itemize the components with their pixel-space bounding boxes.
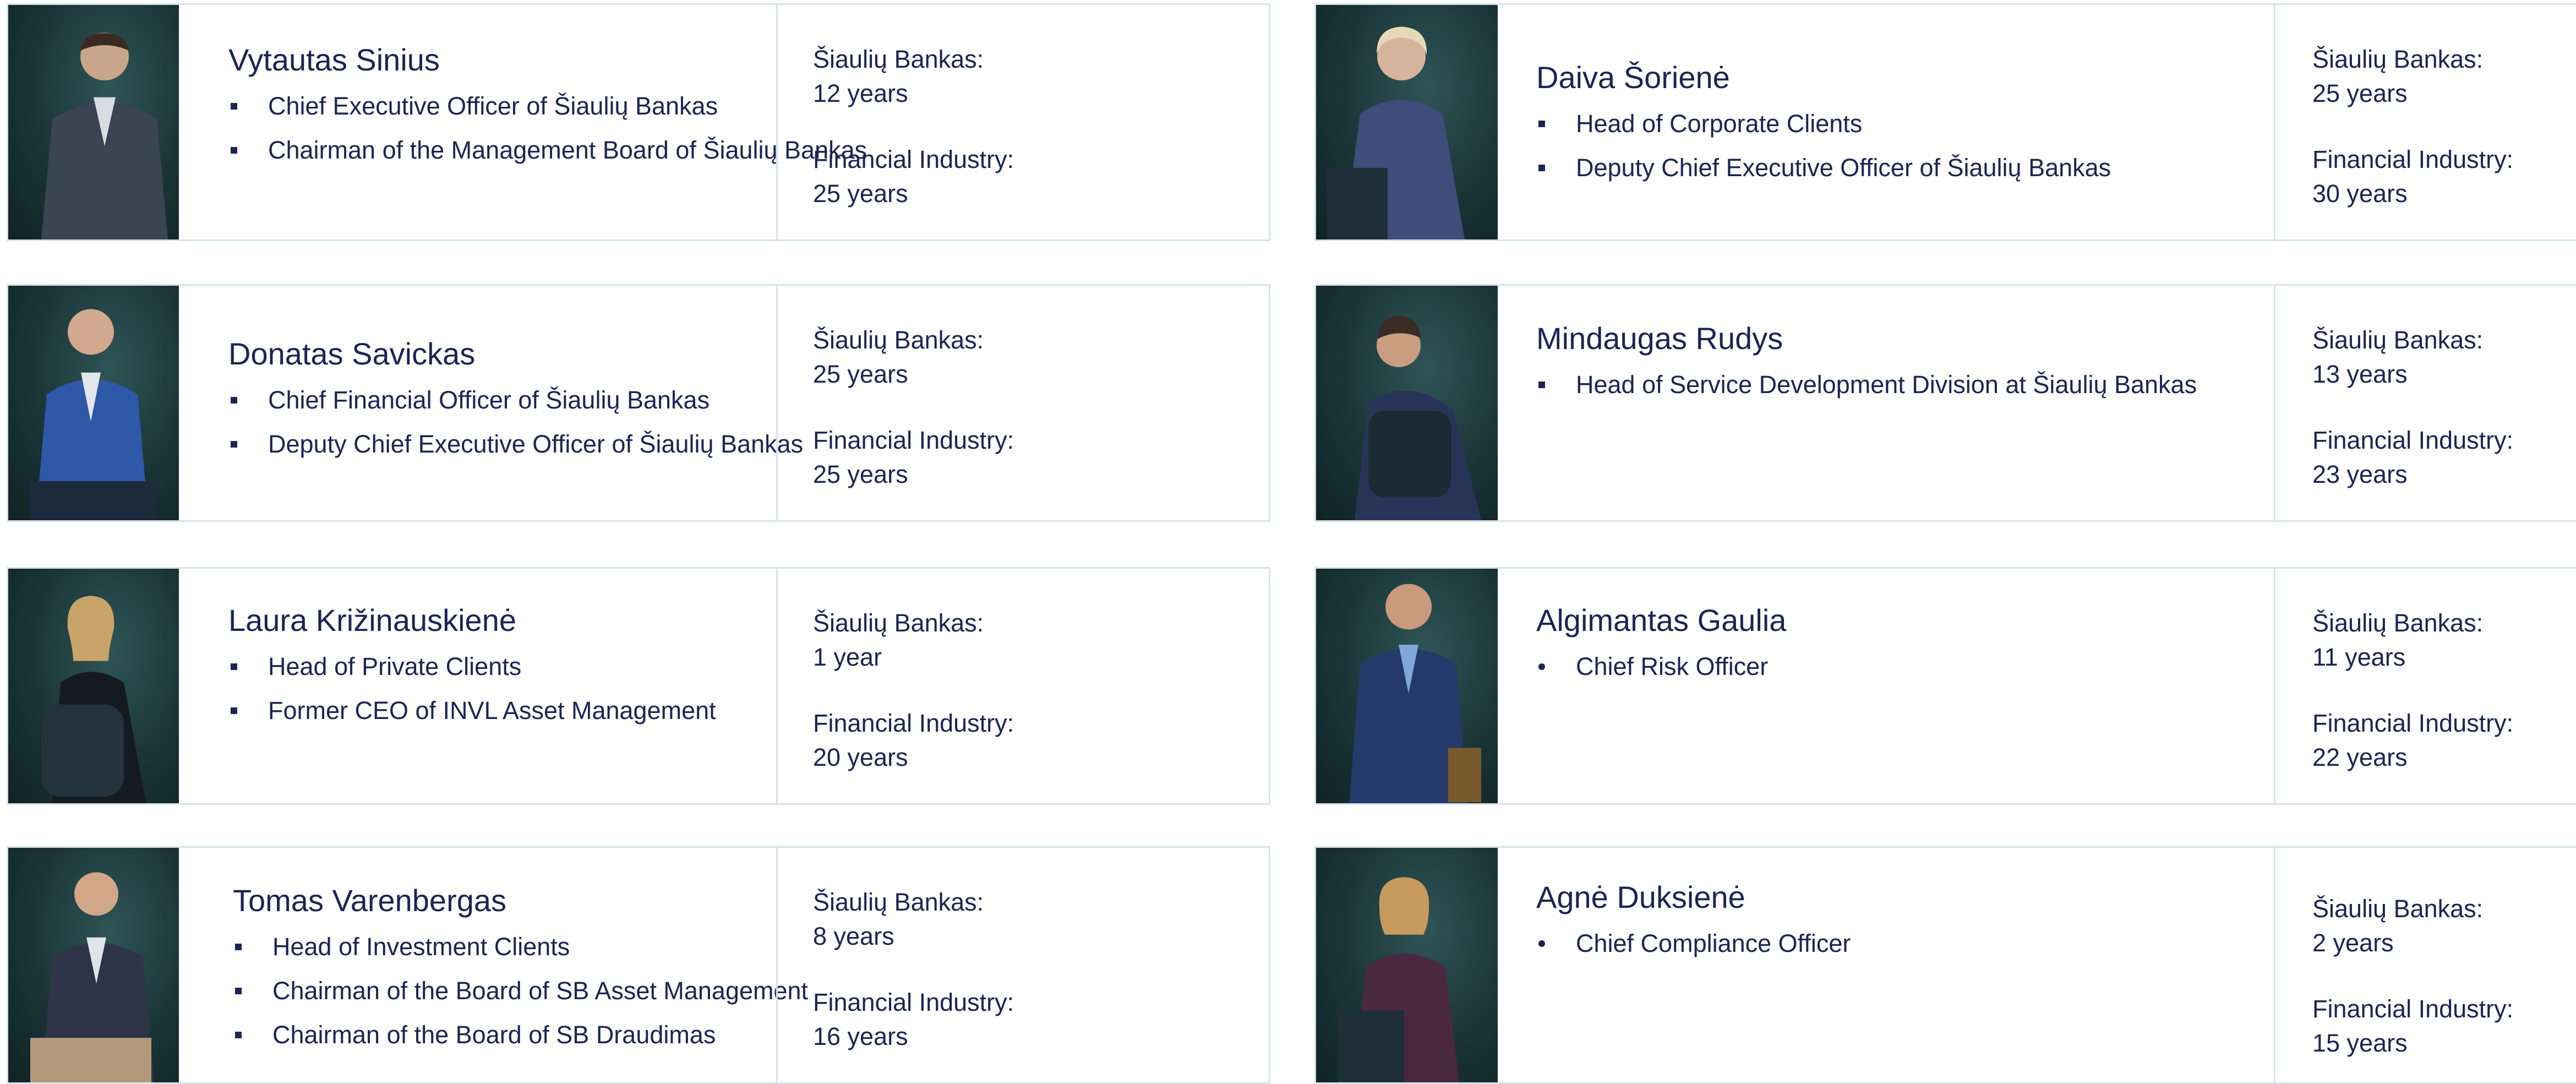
industry-label: Financial Industry:: [813, 145, 1014, 173]
role-item: Head of Private Clients: [228, 645, 716, 689]
bank-years: 25 years: [2312, 79, 2408, 107]
bank-years: 12 years: [813, 79, 908, 107]
tenure-stats: Šiaulių Bankas: 25 years Financial Indus…: [2312, 42, 2513, 211]
bank-label: Šiaulių Bankas:: [813, 888, 984, 916]
role-list: Head of Private Clients Former CEO of IN…: [228, 645, 716, 733]
person-name: Agnė Duksienė: [1536, 880, 1745, 914]
profile-card-algimantas-gaulia: Algimantas Gaulia Chief Risk Officer Šia…: [1314, 567, 2576, 805]
industry-label: Financial Industry:: [2312, 709, 2514, 737]
profile-card-agne-duksiene: Agnė Duksienė Chief Compliance Officer Š…: [1314, 846, 2576, 1084]
portrait-photo: [8, 286, 179, 520]
profile-card-tomas-varenbergas: Tomas Varenbergas Head of Investment Cli…: [7, 846, 1270, 1084]
industry-years: 15 years: [2312, 1029, 2408, 1057]
tenure-stats: Šiaulių Bankas: 1 year Financial Industr…: [813, 606, 1014, 775]
bank-label: Šiaulių Bankas:: [813, 326, 984, 354]
tenure-stats: Šiaulių Bankas: 25 years Financial Indus…: [813, 323, 1014, 492]
bank-label: Šiaulių Bankas:: [2312, 609, 2484, 637]
role-item: Chairman of the Board of SB Asset Manage…: [233, 969, 808, 1013]
role-item: Head of Corporate Clients: [1536, 102, 2111, 146]
role-list: Head of Service Development Division at …: [1536, 363, 2197, 407]
role-item: Former CEO of INVL Asset Management: [228, 689, 716, 733]
column-divider: [2274, 286, 2275, 520]
bank-label: Šiaulių Bankas:: [2312, 45, 2484, 73]
role-item: Chief Financial Officer of Šiaulių Banka…: [228, 378, 803, 422]
bank-label: Šiaulių Bankas:: [2312, 326, 2484, 354]
role-list: Chief Risk Officer: [1536, 645, 1768, 689]
profile-card-vytautas-sinius: Vytautas Sinius Chief Executive Officer …: [7, 3, 1270, 241]
profile-card-laura-krizinauskiene: Laura Križinauskienė Head of Private Cli…: [7, 567, 1270, 805]
tenure-stats: Šiaulių Bankas: 2 years Financial Indust…: [2312, 892, 2513, 1060]
role-item: Chief Risk Officer: [1536, 645, 1768, 689]
tenure-stats: Šiaulių Bankas: 11 years Financial Indus…: [2312, 606, 2513, 775]
column-divider: [776, 848, 778, 1082]
industry-label: Financial Industry:: [813, 709, 1014, 737]
role-item: Chairman of the Board of SB Draudimas: [233, 1013, 808, 1057]
role-item: Head of Service Development Division at …: [1536, 363, 2197, 407]
portrait-photo: [1316, 5, 1498, 239]
portrait-photo: [1316, 286, 1498, 520]
profile-card-donatas-savickas: Donatas Savickas Chief Financial Officer…: [7, 284, 1270, 522]
role-item: Chief Executive Officer of Šiaulių Banka…: [228, 84, 867, 128]
industry-years: 25 years: [813, 179, 908, 208]
tenure-stats: Šiaulių Bankas: 13 years Financial Indus…: [2312, 323, 2513, 492]
person-name: Daiva Šorienė: [1536, 60, 1730, 95]
bank-years: 25 years: [813, 360, 908, 388]
profile-card-mindaugas-rudys: Mindaugas Rudys Head of Service Developm…: [1314, 284, 2576, 522]
portrait-photo: [1316, 569, 1498, 803]
role-item: Head of Investment Clients: [233, 925, 808, 969]
industry-label: Financial Industry:: [813, 426, 1014, 454]
industry-years: 25 years: [813, 460, 908, 488]
bank-label: Šiaulių Bankas:: [813, 609, 984, 637]
bank-years: 8 years: [813, 922, 894, 950]
column-divider: [776, 569, 778, 803]
profile-card-daiva-soriene: Daiva Šorienė Head of Corporate Clients …: [1314, 3, 2576, 241]
industry-years: 20 years: [813, 743, 908, 771]
portrait-photo: [1316, 848, 1498, 1082]
bank-label: Šiaulių Bankas:: [2312, 895, 2484, 923]
role-list: Chief Compliance Officer: [1536, 922, 1851, 966]
industry-years: 16 years: [813, 1022, 908, 1050]
person-name: Mindaugas Rudys: [1536, 321, 1783, 356]
column-divider: [776, 5, 778, 239]
role-list: Head of Corporate Clients Deputy Chief E…: [1536, 102, 2111, 190]
industry-label: Financial Industry:: [2312, 995, 2514, 1023]
bank-years: 11 years: [2312, 643, 2406, 671]
column-divider: [2274, 5, 2275, 239]
column-divider: [776, 286, 778, 520]
portrait-photo: [8, 848, 179, 1082]
industry-years: 22 years: [2312, 743, 2408, 771]
industry-label: Financial Industry:: [2312, 426, 2514, 454]
portrait-photo: [8, 569, 179, 803]
bank-label: Šiaulių Bankas:: [813, 45, 984, 73]
bank-years: 13 years: [2312, 360, 2408, 388]
role-item: Deputy Chief Executive Officer of Šiauli…: [1536, 146, 2111, 190]
tenure-stats: Šiaulių Bankas: 8 years Financial Indust…: [813, 885, 1014, 1054]
industry-label: Financial Industry:: [2312, 145, 2514, 173]
person-name: Donatas Savickas: [228, 336, 476, 371]
industry-label: Financial Industry:: [813, 988, 1014, 1016]
person-name: Algimantas Gaulia: [1536, 603, 1787, 638]
portrait-photo: [8, 5, 179, 239]
person-name: Tomas Varenbergas: [233, 883, 506, 918]
bank-years: 2 years: [2312, 929, 2394, 957]
person-name: Laura Križinauskienė: [228, 603, 516, 638]
role-item: Chief Compliance Officer: [1536, 922, 1851, 966]
bank-years: 1 year: [813, 643, 882, 671]
person-name: Vytautas Sinius: [228, 42, 440, 77]
role-item: Deputy Chief Executive Officer of Šiauli…: [228, 422, 803, 466]
role-list: Chief Executive Officer of Šiaulių Banka…: [228, 84, 867, 172]
tenure-stats: Šiaulių Bankas: 12 years Financial Indus…: [813, 42, 1014, 211]
column-divider: [2274, 569, 2275, 803]
role-list: Chief Financial Officer of Šiaulių Banka…: [228, 378, 803, 466]
industry-years: 30 years: [2312, 179, 2408, 208]
column-divider: [2274, 848, 2275, 1082]
role-list: Head of Investment Clients Chairman of t…: [233, 925, 808, 1057]
role-item: Chairman of the Management Board of Šiau…: [228, 128, 867, 172]
industry-years: 23 years: [2312, 460, 2408, 488]
